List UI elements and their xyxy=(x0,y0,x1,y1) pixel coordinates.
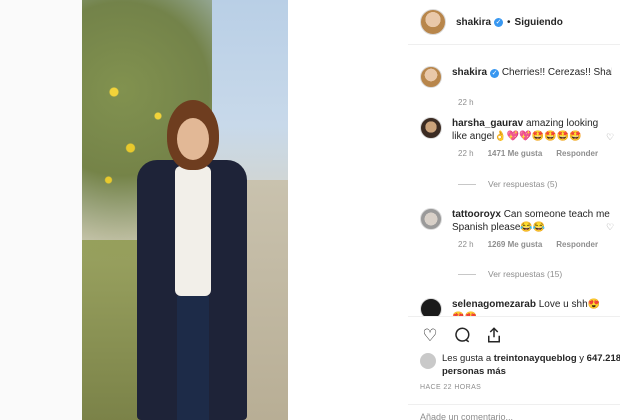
verified-icon: ✓ xyxy=(494,17,504,27)
caption-avatar[interactable] xyxy=(420,66,442,88)
photo-person xyxy=(137,100,247,420)
likes-prefix: Les gusta a xyxy=(442,353,494,364)
comment-username[interactable]: harsha_gaurav xyxy=(452,118,523,129)
comment-item: harsha_gaurav amazing looking like angel… xyxy=(420,117,620,158)
comment-item: selenagomezarab Love u shh😍 😍😍... xyxy=(420,298,620,316)
comment-likes[interactable]: 1269 Me gusta xyxy=(488,240,543,249)
likes-text: Les gusta a treintonayqueblog y 647.218 … xyxy=(442,352,620,378)
caption-time[interactable]: 22 h xyxy=(458,98,474,107)
likes-summary: Les gusta a treintonayqueblog y 647.218 … xyxy=(420,352,620,378)
comment-text-block: selenagomezarab Love u shh😍 😍😍... xyxy=(452,298,612,316)
view-replies-text: Ver respuestas (15) xyxy=(488,269,563,279)
caption-username[interactable]: shakira xyxy=(452,67,487,78)
comment-text-block: harsha_gaurav amazing looking like angel… xyxy=(452,117,612,143)
like-icon[interactable]: ♡ xyxy=(420,326,440,346)
comment-likes[interactable]: 1471 Me gusta xyxy=(488,149,543,158)
share-icon[interactable] xyxy=(484,326,504,346)
caption: shakira ✓ Cherries!! Cerezas!! Shak 22 h xyxy=(420,66,620,107)
view-replies-button[interactable]: Ver respuestas (15) xyxy=(458,269,562,279)
comment-username[interactable]: tattooroyx xyxy=(452,209,501,220)
replies-line xyxy=(458,273,476,275)
footer-divider xyxy=(408,404,620,405)
comment-username[interactable]: selenagomezarab xyxy=(452,299,536,310)
post-timestamp[interactable]: HACE 22 HORAS xyxy=(420,384,481,391)
heart-icon[interactable]: ♡ xyxy=(606,132,614,143)
post-header: shakira ✓ • Siguiendo xyxy=(408,0,620,44)
liker-avatar[interactable] xyxy=(420,353,436,369)
photo-jeans xyxy=(177,296,209,420)
replies-line xyxy=(458,183,476,185)
reply-button[interactable]: Responder xyxy=(556,240,598,249)
reply-button[interactable]: Responder xyxy=(556,149,598,158)
header-divider xyxy=(408,44,620,45)
liker-username[interactable]: treintonayqueblog xyxy=(494,353,577,364)
photo-face xyxy=(177,118,209,160)
comment-item: tattooroyx Can someone teach me Spanish … xyxy=(420,208,620,249)
add-comment-input[interactable]: Añade un comentario... xyxy=(420,412,513,420)
caption-text: Cherries!! Cerezas!! Shak xyxy=(501,67,612,78)
comment-time[interactable]: 22 h xyxy=(458,240,474,249)
comment-avatar[interactable] xyxy=(420,208,442,230)
comment-avatar[interactable] xyxy=(420,298,442,316)
follow-button[interactable]: Siguiendo xyxy=(515,17,563,28)
comment-avatar[interactable] xyxy=(420,117,442,139)
header-username[interactable]: shakira xyxy=(456,17,491,28)
view-replies-text: Ver respuestas (5) xyxy=(488,179,558,189)
action-bar: ♡ xyxy=(420,326,504,346)
view-replies-button[interactable]: Ver respuestas (5) xyxy=(458,179,557,189)
actions-divider xyxy=(408,316,620,317)
comment-time[interactable]: 22 h xyxy=(458,149,474,158)
verified-icon: ✓ xyxy=(490,69,500,78)
likes-middle: y xyxy=(576,353,587,364)
header-separator: • xyxy=(507,16,511,28)
photo-shirt xyxy=(175,166,211,296)
caption-text-line: shakira ✓ Cherries!! Cerezas!! Shak xyxy=(452,66,612,79)
comment-text: Love u shh😍 xyxy=(538,299,601,310)
heart-icon[interactable]: ♡ xyxy=(606,222,614,233)
header-avatar[interactable] xyxy=(420,9,446,35)
comment-icon[interactable] xyxy=(452,326,472,346)
comment-text-block: tattooroyx Can someone teach me Spanish … xyxy=(452,208,612,234)
post-photo[interactable] xyxy=(82,0,288,420)
